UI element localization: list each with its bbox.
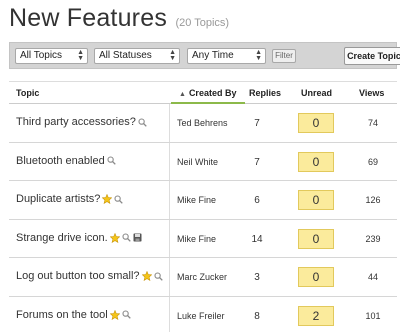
topic-count: (20 Topics): [175, 17, 230, 29]
topics-select[interactable]: All Topics ▲ ▼: [15, 48, 88, 64]
views-cell: 74: [367, 118, 378, 128]
topic-cell: Log out button too small?: [16, 270, 163, 282]
search-icon[interactable]: [107, 156, 116, 165]
search-icon[interactable]: [114, 195, 124, 204]
table-row[interactable]: Strange drive icon. Mike Fine 14 0 239: [9, 219, 397, 258]
views-cell: 239: [365, 233, 381, 244]
star-icon[interactable]: [141, 271, 152, 282]
table-row[interactable]: Bluetooth enabled Neil White 7 0 69: [9, 142, 397, 181]
table-row[interactable]: Forums on the tool Luke Freiler 8 2 101: [9, 296, 397, 332]
replies-cell: 14: [251, 233, 263, 245]
replies-cell: 3: [254, 272, 260, 283]
filter-button[interactable]: Filter: [272, 49, 296, 63]
search-icon[interactable]: [122, 233, 131, 242]
create-topic-button[interactable]: Create Topic: [344, 47, 400, 65]
unread-badge[interactable]: 0: [298, 228, 334, 249]
topic-link[interactable]: Forums on the tool: [16, 309, 108, 321]
topic-link[interactable]: Bluetooth enabled: [16, 155, 105, 167]
topic-cell: Third party accessories?: [16, 116, 147, 128]
star-icon[interactable]: [102, 194, 113, 205]
topics-select-value: All Topics: [20, 50, 63, 61]
created-by-cell[interactable]: Mike Fine: [177, 195, 216, 205]
topic-link[interactable]: Strange drive icon.: [16, 232, 108, 244]
views-cell: 126: [365, 195, 381, 205]
time-select[interactable]: Any Time ▲ ▼: [187, 48, 266, 64]
views-cell: 69: [367, 156, 378, 167]
views-cell: 44: [367, 272, 378, 282]
created-by-cell[interactable]: Marc Zucker: [177, 272, 227, 282]
column-divider: [169, 104, 170, 142]
header-topic[interactable]: Topic: [16, 88, 39, 98]
replies-cell: 6: [254, 195, 260, 206]
statuses-select-value: All Statuses: [99, 50, 152, 61]
replies-cell: 7: [254, 118, 260, 129]
header-replies[interactable]: Replies: [249, 88, 281, 98]
star-icon[interactable]: [109, 232, 120, 243]
views-cell: 101: [365, 310, 381, 321]
column-divider: [169, 219, 170, 257]
replies-cell: 7: [254, 156, 260, 168]
unread-badge[interactable]: 0: [298, 151, 334, 172]
select-arrows-icon: ▲ ▼: [255, 49, 262, 62]
topic-link[interactable]: Third party accessories?: [16, 116, 136, 128]
topic-cell: Forums on the tool: [16, 309, 131, 321]
created-by-cell[interactable]: Neil White: [177, 157, 218, 167]
unread-badge[interactable]: 0: [298, 190, 334, 210]
select-arrows-icon: ▲ ▼: [169, 49, 176, 62]
sort-up-icon: ▲: [179, 91, 186, 98]
table-row[interactable]: Third party accessories? Ted Behrens 7 0…: [9, 104, 397, 143]
column-divider: [169, 296, 170, 332]
topic-link[interactable]: Log out button too small?: [16, 270, 140, 282]
created-by-cell[interactable]: Ted Behrens: [177, 118, 228, 128]
topics-table: Topic ▲ Created By Replies Unread Views T…: [9, 81, 397, 332]
topic-cell: Bluetooth enabled: [16, 155, 116, 167]
topic-cell: Strange drive icon.: [16, 232, 142, 244]
column-divider: [169, 181, 170, 219]
search-icon[interactable]: [153, 272, 163, 281]
topic-cell: Duplicate artists?: [16, 193, 124, 205]
search-icon[interactable]: [138, 118, 147, 127]
unread-badge[interactable]: 2: [298, 305, 334, 326]
column-divider: [169, 258, 170, 296]
created-by-cell[interactable]: Luke Freiler: [177, 311, 225, 321]
header-unread[interactable]: Unread: [301, 88, 332, 98]
disk-icon[interactable]: [133, 233, 142, 242]
page-title: New Features: [9, 4, 168, 32]
statuses-select[interactable]: All Statuses ▲ ▼: [94, 48, 180, 64]
search-icon[interactable]: [122, 310, 131, 319]
topic-link[interactable]: Duplicate artists?: [16, 193, 100, 205]
table-row[interactable]: Log out button too small? Marc Zucker 3 …: [9, 258, 397, 297]
header-created-by[interactable]: ▲ Created By: [179, 88, 236, 98]
unread-badge[interactable]: 0: [298, 113, 334, 133]
header-created-by-label: Created By: [188, 88, 237, 98]
star-icon[interactable]: [109, 309, 120, 320]
header-views[interactable]: Views: [359, 88, 384, 98]
table-header: Topic ▲ Created By Replies Unread Views: [9, 81, 397, 104]
page-header: New Features (20 Topics): [9, 4, 229, 38]
column-divider: [169, 142, 170, 180]
filter-bar: All Topics ▲ ▼ All Statuses ▲ ▼ Any Time ▲…: [9, 42, 400, 69]
table-row[interactable]: Duplicate artists? Mike Fine 6 0 126: [9, 181, 397, 220]
time-select-value: Any Time: [192, 50, 234, 61]
created-by-cell[interactable]: Mike Fine: [177, 234, 216, 244]
select-arrows-icon: ▲ ▼: [77, 49, 84, 62]
replies-cell: 8: [254, 310, 260, 322]
unread-badge[interactable]: 0: [298, 267, 334, 287]
